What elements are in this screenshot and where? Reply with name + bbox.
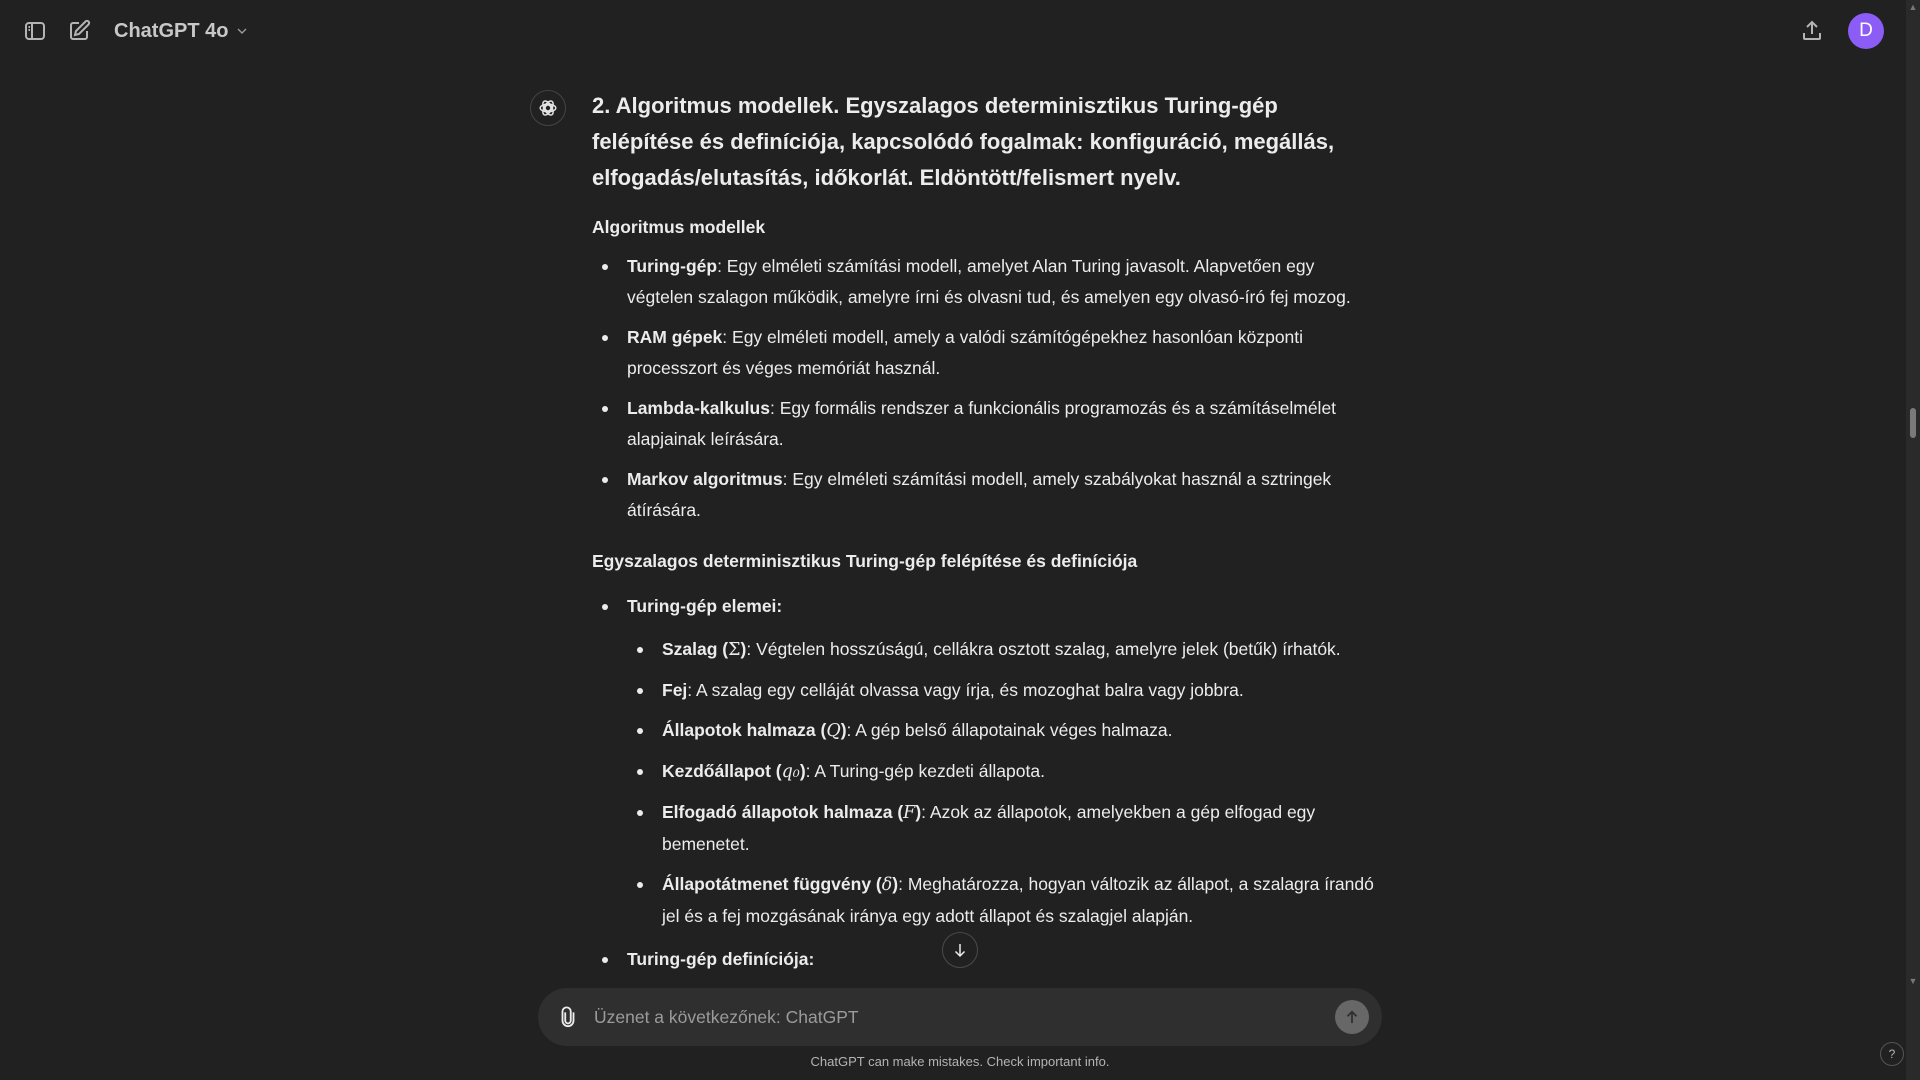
scroll-thumb[interactable] (1910, 408, 1916, 438)
sidebar-toggle-button[interactable] (13, 9, 57, 53)
new-chat-icon (70, 19, 91, 40)
sidebar-toggle-icon (25, 22, 45, 40)
list-item-term: Elfogadó állapotok halmaza ( (662, 802, 904, 822)
list-item: Markov algoritmus: Egy elméleti számítás… (592, 464, 1382, 526)
list-item-term: Fej (662, 680, 688, 700)
list-item-term: Turing-gép definíciója: (627, 949, 815, 969)
model-name: ChatGPT 4o (114, 19, 229, 42)
list-item-text: : A Turing-gép kezdeti állapota. (805, 761, 1045, 781)
new-chat-button[interactable] (57, 9, 101, 53)
scroll-down-arrow-icon[interactable]: ▼ (1908, 976, 1918, 986)
message-input[interactable] (594, 1000, 1294, 1034)
send-button[interactable] (1335, 1000, 1369, 1034)
list-item-text: : Egy elméleti számítási modell, amelyet… (627, 256, 1351, 307)
list-item: Állapotok halmaza (Q): A gép belső állap… (627, 715, 1382, 747)
math-symbol: δ (881, 875, 893, 895)
list-item: Állapotátmenet függvény (δ): Meghatározz… (627, 869, 1382, 932)
list-item-term: Kezdőállapot ( (662, 761, 782, 781)
chevron-down-icon (237, 28, 247, 34)
scroll-up-arrow-icon[interactable]: ▲ (1908, 2, 1918, 12)
section-title-turing-machine: Egyszalagos determinisztikus Turing-gép … (592, 551, 1138, 571)
algorithm-models-list: Turing-gép: Egy elméleti számítási model… (592, 251, 1382, 526)
list-item-term: Markov algoritmus (627, 469, 783, 489)
attach-button[interactable] (552, 1001, 584, 1033)
paperclip-icon (561, 1006, 575, 1027)
arrow-up-icon (1346, 1010, 1358, 1023)
assistant-message: 2. Algoritmus modellek. Egyszalagos dete… (592, 88, 1382, 988)
list-item: RAM gépek: Egy elméleti modell, amely a … (592, 322, 1382, 384)
top-bar: ChatGPT 4o D (0, 0, 1906, 62)
list-item-term: Szalag ( (662, 639, 729, 659)
list-item: Turing-gép definíciója: (592, 944, 1382, 975)
list-item: Turing-gép elemei: Szalag (Σ): Végtelen … (592, 591, 1382, 932)
list-item-text: : A szalag egy celláját olvassa vagy írj… (687, 680, 1244, 700)
list-item-term: Turing-gép elemei: (627, 596, 783, 616)
page-scrollbar[interactable]: ▲ ▼ (1906, 0, 1920, 1080)
help-button[interactable]: ? (1880, 1042, 1904, 1066)
list-item: Lambda-kalkulus: Egy formális rendszer a… (592, 393, 1382, 455)
list-item-text: : Egy elméleti modell, amely a valódi sz… (627, 327, 1304, 378)
list-item-term: Turing-gép (627, 256, 718, 276)
assistant-avatar (530, 90, 566, 126)
list-item-term: Állapotátmenet függvény ( (662, 874, 882, 894)
math-symbol: Q (826, 721, 841, 741)
arrow-down-icon (954, 944, 966, 958)
message-composer (538, 988, 1382, 1046)
list-item: Kezdőállapot (q₀): A Turing-gép kezdeti … (627, 756, 1382, 788)
list-item: Elfogadó állapotok halmaza (F): Azok az … (627, 797, 1382, 860)
message-heading: 2. Algoritmus modellek. Egyszalagos dete… (592, 93, 1335, 190)
list-item: Fej: A szalag egy celláját olvassa vagy … (627, 675, 1382, 706)
list-item-text: : Végtelen hosszúságú, cellákra osztott … (746, 639, 1341, 659)
list-item-term: Állapotok halmaza ( (662, 720, 827, 740)
user-avatar[interactable]: D (1848, 13, 1884, 49)
turing-machine-list: Turing-gép elemei: Szalag (Σ): Végtelen … (592, 591, 1382, 975)
share-icon (1803, 20, 1821, 40)
list-item: Szalag (Σ): Végtelen hosszúságú, cellákr… (627, 634, 1382, 666)
section-title-algorithm-models: Algoritmus modellek (592, 217, 766, 237)
model-switcher[interactable]: ChatGPT 4o (104, 13, 260, 49)
math-symbol: F (903, 803, 916, 823)
list-item-term: Lambda-kalkulus (627, 398, 770, 418)
list-item-text: : A gép belső állapotainak véges halmaza… (846, 720, 1173, 740)
disclaimer-text: ChatGPT can make mistakes. Check importa… (810, 1054, 1110, 1069)
scroll-to-bottom-button[interactable] (942, 932, 978, 968)
math-symbol: q₀ (781, 762, 800, 782)
share-button[interactable] (1790, 9, 1834, 53)
turing-elements-list: Szalag (Σ): Végtelen hosszúságú, cellákr… (627, 634, 1382, 932)
openai-logo-icon (539, 100, 557, 116)
list-item-term: RAM gépek (627, 327, 723, 347)
list-item: Turing-gép: Egy elméleti számítási model… (592, 251, 1382, 313)
math-symbol: Σ (728, 640, 741, 660)
